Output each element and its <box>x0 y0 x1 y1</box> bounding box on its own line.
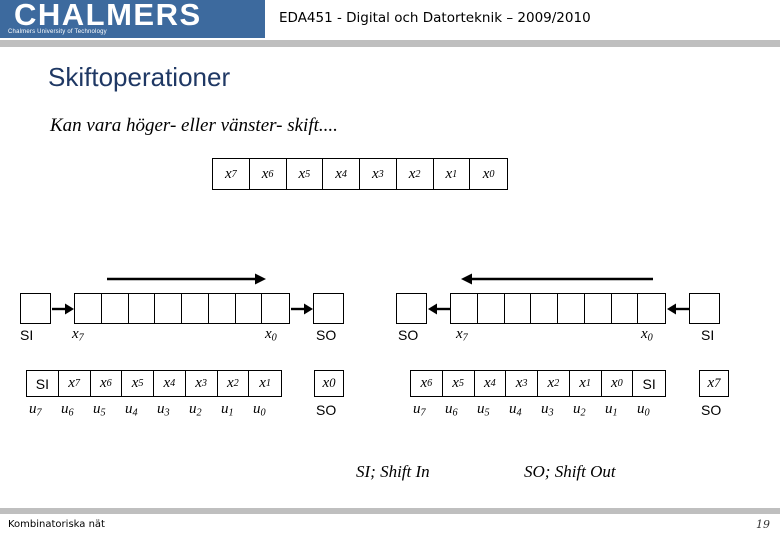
register-cell <box>236 294 263 323</box>
register-cell: x2 <box>397 159 434 189</box>
register-cell <box>75 294 102 323</box>
left-msb-label: x7 <box>72 326 84 344</box>
result-cell: x6 <box>91 371 123 396</box>
right-spill-box: x7 <box>699 370 729 397</box>
register-cell: x4 <box>323 159 360 189</box>
result-cell: x1 <box>570 371 602 396</box>
left-si-input-arrow <box>52 303 74 315</box>
right-msb-label: x7 <box>456 326 468 344</box>
right-so-output-arrow <box>428 303 450 315</box>
page-subtitle: Kan vara höger- eller vänster- skift.... <box>50 115 338 136</box>
footer-divider <box>0 508 780 514</box>
register-cell: x6 <box>250 159 287 189</box>
result-cell: SI <box>27 371 59 396</box>
register-cell <box>531 294 558 323</box>
right-u-label: u3 <box>541 401 554 419</box>
left-u-label: u2 <box>189 401 202 419</box>
register-cell <box>209 294 236 323</box>
shift-in-caption: SI; Shift In <box>356 462 430 481</box>
left-spill-box: x0 <box>314 370 344 397</box>
x-register-row: x7 x6 x5 x4 x3 x2 x1 x0 <box>212 158 508 190</box>
logo-wordmark: CHALMERS <box>14 0 202 32</box>
result-cell: x5 <box>443 371 475 396</box>
right-so-box <box>396 293 427 324</box>
right-si-box <box>689 293 720 324</box>
result-cell: x0 <box>602 371 634 396</box>
shift-out-caption: SO; Shift Out <box>524 462 616 481</box>
right-spill-label: SO <box>701 402 722 418</box>
course-title: EDA451 - Digital och Datorteknik – 2009/… <box>279 10 591 26</box>
register-cell: x1 <box>434 159 471 189</box>
register-cell <box>505 294 532 323</box>
left-so-output-arrow <box>291 303 313 315</box>
result-cell: x2 <box>538 371 570 396</box>
right-u-label: u6 <box>445 401 458 419</box>
left-si-label: SI <box>20 327 34 343</box>
right-shift-register <box>450 293 666 324</box>
left-so-label: SO <box>316 327 337 343</box>
register-cell <box>155 294 182 323</box>
right-result-row: x6 x5 x4 x3 x2 x1 x0 SI <box>410 370 666 397</box>
left-u-label: u5 <box>93 401 106 419</box>
register-cell <box>182 294 209 323</box>
left-u-label: u6 <box>61 401 74 419</box>
left-u-label: u1 <box>221 401 234 419</box>
footer-page-number: 19 <box>756 518 770 531</box>
right-u-label: u1 <box>605 401 618 419</box>
result-cell: x3 <box>506 371 538 396</box>
result-cell: x5 <box>122 371 154 396</box>
right-si-input-arrow <box>667 303 689 315</box>
register-cell <box>478 294 505 323</box>
left-so-box <box>313 293 344 324</box>
right-so-label: SO <box>398 327 419 343</box>
result-cell: SI <box>642 375 656 392</box>
left-u-label: u7 <box>29 401 42 419</box>
register-cell: x7 <box>213 159 250 189</box>
result-cell: x1 <box>259 375 271 391</box>
register-cell <box>451 294 478 323</box>
register-cell: x3 <box>360 159 397 189</box>
right-u-label: u5 <box>477 401 490 419</box>
left-lsb-label: x0 <box>265 326 277 344</box>
register-cell <box>129 294 156 323</box>
register-cell: x5 <box>287 159 324 189</box>
header-divider <box>0 40 780 47</box>
result-cell: x4 <box>475 371 507 396</box>
header-band: CHALMERS Chalmers University of Technolo… <box>0 0 780 40</box>
left-si-box <box>20 293 51 324</box>
register-cell: x0 <box>482 165 495 182</box>
result-cell: x3 <box>186 371 218 396</box>
left-u-label: u0 <box>253 401 266 419</box>
left-u-label: u4 <box>125 401 138 419</box>
footer-section-label: Kombinatoriska nät <box>8 519 105 530</box>
right-shift-direction-arrow <box>107 273 266 285</box>
result-cell: x4 <box>154 371 186 396</box>
left-shift-direction-arrow <box>461 273 653 285</box>
result-cell: x2 <box>218 371 250 396</box>
left-spill-label: SO <box>316 402 337 418</box>
left-u-label: u3 <box>157 401 170 419</box>
right-u-label: u2 <box>573 401 586 419</box>
right-lsb-label: x0 <box>641 326 653 344</box>
register-cell <box>638 294 665 323</box>
left-result-row: SI x7 x6 x5 x4 x3 x2 x1 <box>26 370 282 397</box>
right-u-label: u7 <box>413 401 426 419</box>
page-title: Skiftoperationer <box>48 62 231 92</box>
chalmers-logo: CHALMERS Chalmers University of Technolo… <box>0 0 265 38</box>
register-cell <box>102 294 129 323</box>
register-cell <box>558 294 585 323</box>
right-si-label: SI <box>701 327 715 343</box>
result-cell: x7 <box>59 371 91 396</box>
right-u-label: u4 <box>509 401 522 419</box>
left-shift-register <box>74 293 290 324</box>
register-cell <box>262 294 289 323</box>
result-cell: x6 <box>411 371 443 396</box>
logo-tagline: Chalmers University of Technology <box>8 29 107 35</box>
right-u-label: u0 <box>637 401 650 419</box>
register-cell <box>612 294 639 323</box>
register-cell <box>585 294 612 323</box>
